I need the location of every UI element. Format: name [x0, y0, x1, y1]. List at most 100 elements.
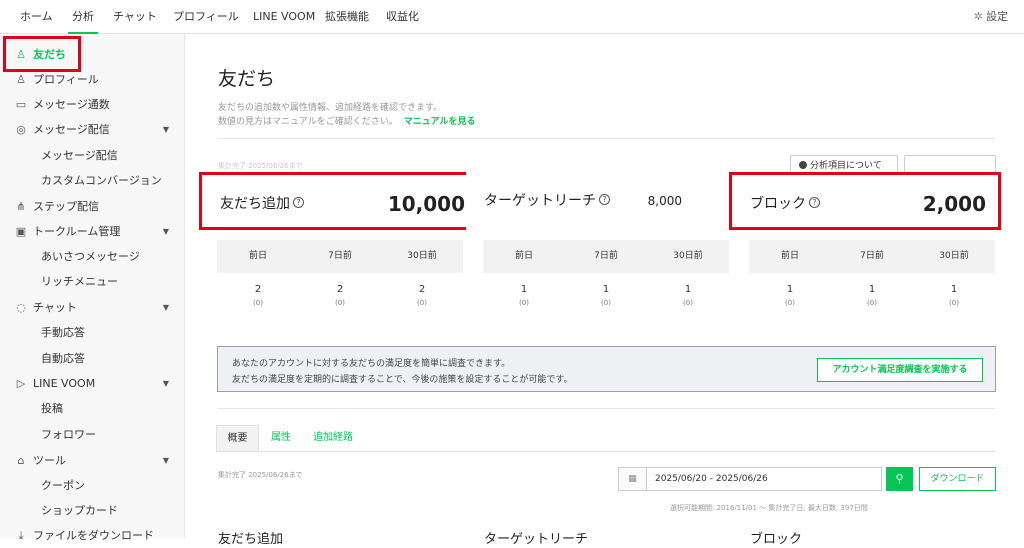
sidebar-item-manual-reply[interactable]: 手動応答: [0, 321, 185, 345]
sidebar-item-message-count[interactable]: ▭ メッセージ通数: [0, 93, 185, 117]
tab-chat[interactable]: チャット: [113, 0, 157, 34]
sidebar-item-label: フォロワー: [41, 428, 96, 441]
cell-sub: (0): [867, 299, 877, 307]
info-icon: [799, 160, 807, 169]
sidebar-item-label: カスタムコンバージョン: [41, 174, 162, 187]
survey-text-1: あなたのアカウントに対する友だちの満足度を簡単に調査できます。: [232, 359, 511, 369]
sidebar-item-posts[interactable]: 投稿: [0, 397, 185, 421]
help-icon[interactable]: ?: [293, 197, 304, 208]
aggregation-note-top: 集計完了 2025/06/26まで: [218, 162, 303, 170]
broadcast-icon: ◎: [16, 123, 26, 136]
help-icon[interactable]: ?: [599, 194, 610, 205]
run-survey-button[interactable]: アカウント満足度調査を実施する: [817, 358, 983, 382]
sidebar-item-tools[interactable]: ⌂ ツール ▼: [0, 449, 185, 473]
tab-line-voom[interactable]: LINE VOOM: [253, 0, 315, 34]
sidebar-item-shop-card[interactable]: ショップカード: [0, 499, 185, 523]
header-30-days: 30日前: [939, 251, 969, 261]
cell-value: 1: [602, 284, 610, 295]
sidebar-item-line-voom[interactable]: ▷ LINE VOOM ▼: [0, 372, 185, 396]
stat-label: ブロック?: [750, 175, 820, 233]
header-prev-day: 前日: [780, 251, 799, 261]
sidebar-item-rich-menu[interactable]: リッチメニュー: [0, 270, 185, 294]
tab-attributes[interactable]: 属性: [266, 425, 296, 451]
chat-icon: ◌: [16, 301, 26, 314]
header-30-days: 30日前: [407, 251, 437, 261]
sidebar-item-greeting[interactable]: あいさつメッセージ: [0, 245, 185, 269]
sidebar-item-followers[interactable]: フォロワー: [0, 423, 185, 447]
gear-icon: ✲: [973, 10, 983, 23]
tab-monetization[interactable]: 収益化: [386, 0, 419, 34]
stat-value: 2,000: [922, 192, 986, 216]
tab-profile[interactable]: プロフィール: [173, 0, 239, 34]
cell-sub: (0): [519, 299, 529, 307]
sidebar-item-download-file[interactable]: ⤓ ファイルをダウンロード: [0, 524, 185, 548]
stat-label: ターゲットリーチ?: [484, 172, 610, 230]
sidebar-item-label: トークルーム管理: [33, 225, 121, 238]
sidebar-item-label: ファイルをダウンロード: [33, 529, 154, 542]
sidebar-item-label: 手動応答: [41, 326, 85, 339]
cell-value: 1: [786, 284, 794, 295]
top-navigation: ホーム 分析 チャット プロフィール LINE VOOM 拡張機能 収益化 ✲ 設…: [0, 0, 1024, 34]
cell-sub: (0): [949, 299, 959, 307]
sidebar-item-label: あいさつメッセージ: [41, 250, 140, 263]
download-icon: ⤓: [18, 529, 24, 542]
date-range-value: 2025/06/20 - 2025/06/26: [655, 474, 768, 484]
sidebar-item-message-delivery-sub[interactable]: メッセージ配信: [0, 144, 185, 168]
sidebar: ♙ 友だち ♙ プロフィール ▭ メッセージ通数 ◎ メッセージ配信 ▼ メッセ…: [0, 34, 185, 542]
divider: [218, 138, 995, 139]
survey-text-2: 友だちの満足度を定期的に調査することで、今後の施策を設定することが可能です。: [232, 375, 573, 385]
highlight-box: [3, 36, 81, 72]
stat-label-text: ブロック: [750, 196, 806, 212]
period-table-header: 前日 7日前 30日前: [217, 240, 463, 273]
header-7-days: 7日前: [328, 251, 352, 261]
header-prev-day: 前日: [248, 251, 267, 261]
sidebar-item-label: ショップカード: [41, 504, 118, 517]
selectable-period-note: 選択可能期間: 2016/11/01 〜 集計完了日, 最大日数: 397日間: [670, 504, 868, 512]
caret-down-icon: ▼: [162, 303, 169, 312]
sidebar-item-label: ツール: [33, 454, 66, 467]
caret-down-icon: ▼: [162, 379, 169, 388]
manual-note: 数値の見方はマニュアルをご確認ください。: [218, 117, 398, 127]
cell-value: 1: [684, 284, 692, 295]
sidebar-item-label: メッセージ配信: [33, 123, 110, 136]
table-row: 2 (0) 2 (0) 2 (0): [217, 273, 463, 309]
calendar-icon: ▦: [619, 468, 647, 490]
header-prev-day: 前日: [514, 251, 533, 261]
cell-value: 1: [868, 284, 876, 295]
analysis-items-label: 分析項目について: [810, 161, 882, 171]
sidebar-item-step-delivery[interactable]: ⋔ ステップ配信: [0, 195, 185, 219]
caret-down-icon: ▼: [162, 125, 169, 134]
search-button[interactable]: ⚲: [886, 467, 913, 491]
stat-value: 8,000: [647, 194, 682, 208]
tab-home[interactable]: ホーム: [20, 0, 53, 34]
help-icon[interactable]: ?: [809, 197, 820, 208]
sidebar-item-chat[interactable]: ◌ チャット ▼: [0, 296, 185, 320]
period-table-friends: 前日 7日前 30日前 2 (0) 2 (0) 2 (0): [217, 240, 463, 309]
stat-friends-added: 友だち追加? 10,000: [199, 172, 480, 230]
sidebar-item-message-delivery[interactable]: ◎ メッセージ配信 ▼: [0, 118, 185, 142]
hierarchy-icon: ⋔: [16, 200, 26, 213]
header-7-days: 7日前: [594, 251, 618, 261]
settings-link[interactable]: ✲ 設定: [974, 0, 1008, 34]
cell-sub: (0): [601, 299, 611, 307]
stat-label: 友だち追加?: [220, 175, 304, 233]
sidebar-item-custom-conversion[interactable]: カスタムコンバージョン: [0, 169, 185, 193]
manual-link[interactable]: マニュアルを見る: [404, 117, 476, 127]
tab-overview[interactable]: 概要: [216, 425, 259, 451]
page-title: 友だち: [218, 68, 276, 90]
date-range-input[interactable]: ▦ 2025/06/20 - 2025/06/26: [618, 467, 882, 491]
sidebar-item-auto-reply[interactable]: 自動応答: [0, 347, 185, 371]
settings-label: 設定: [986, 10, 1008, 23]
tab-underline: [216, 451, 996, 452]
sidebar-item-coupon[interactable]: クーポン: [0, 474, 185, 498]
tab-extensions[interactable]: 拡張機能: [325, 0, 369, 34]
tab-add-routes[interactable]: 追加経路: [308, 425, 358, 451]
header-7-days: 7日前: [860, 251, 884, 261]
table-row: 1 (0) 1 (0) 1 (0): [749, 273, 995, 309]
stat-label-text: ターゲットリーチ: [484, 193, 596, 209]
main-content: 友だち 友だちの追加数や属性情報、追加経路を確認できます。 数値の見方はマニュア…: [186, 34, 1024, 547]
tab-analytics[interactable]: 分析: [68, 0, 98, 34]
download-button[interactable]: ダウンロード: [919, 467, 996, 491]
period-table-header: 前日 7日前 30日前: [483, 240, 729, 273]
sidebar-item-talk-room[interactable]: ▣ トークルーム管理 ▼: [0, 220, 185, 244]
